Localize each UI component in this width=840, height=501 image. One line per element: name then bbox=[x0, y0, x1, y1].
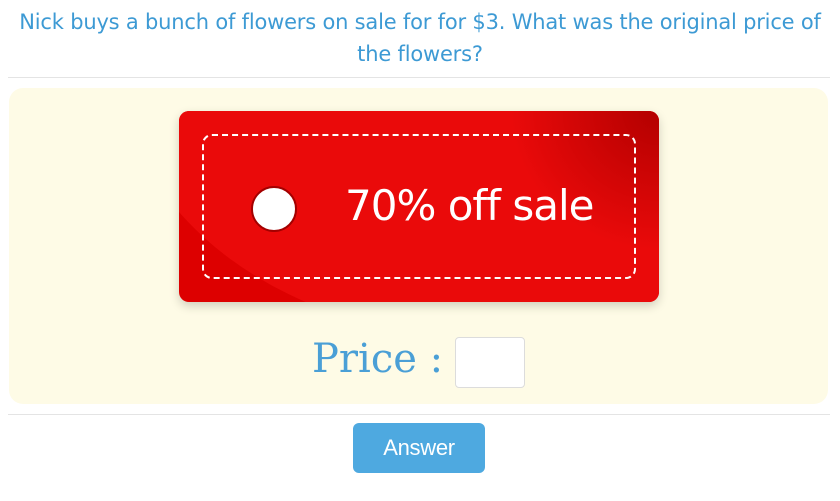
sale-tag: 70% off sale bbox=[179, 111, 659, 302]
top-divider bbox=[8, 77, 830, 78]
question-text: Nick buys a bunch of flowers on sale for… bbox=[19, 10, 821, 66]
price-label: Price : bbox=[312, 336, 444, 382]
sale-tag-hole-icon bbox=[251, 186, 297, 232]
bottom-divider bbox=[8, 414, 830, 415]
sale-tag-text: 70% off sale bbox=[345, 181, 594, 230]
price-input[interactable] bbox=[455, 337, 525, 388]
answer-button[interactable]: Answer bbox=[353, 423, 485, 473]
